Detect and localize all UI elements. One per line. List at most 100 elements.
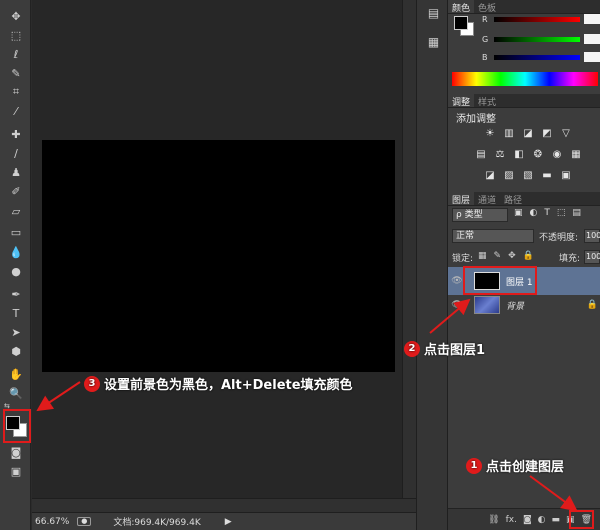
- tab-adjustments[interactable]: 调整: [448, 94, 475, 108]
- vertical-scrollbar[interactable]: [402, 0, 416, 512]
- step2-text: 点击图层1: [424, 343, 486, 358]
- move-tool-icon[interactable]: ✥: [6, 8, 26, 24]
- layer-filter-select[interactable]: ρ 类型: [452, 208, 508, 222]
- lock-all-icon[interactable]: 🔒: [523, 251, 534, 261]
- hand-tool-icon[interactable]: ✋: [6, 366, 26, 382]
- levels-icon[interactable]: ▥: [503, 128, 515, 140]
- quick-mask-icon[interactable]: ◙: [6, 444, 26, 460]
- filter-type-icon[interactable]: T: [544, 208, 550, 218]
- color-panel-tabs: 颜色 色板: [448, 0, 600, 14]
- stamp-tool-icon[interactable]: ♟: [6, 164, 26, 180]
- screen-mode-icon[interactable]: ▣: [6, 463, 26, 479]
- step2-badge: 2: [404, 340, 420, 357]
- marquee-tool-icon[interactable]: ⬚: [6, 27, 26, 43]
- lock-transparent-icon[interactable]: ▦: [478, 251, 487, 261]
- tab-channels[interactable]: 通道: [474, 192, 500, 206]
- slider-b[interactable]: B: [482, 52, 600, 62]
- eyedropper-tool-icon[interactable]: ⁄: [6, 103, 26, 119]
- color-lookup-icon[interactable]: ▦: [570, 149, 582, 161]
- zoom-level[interactable]: 66.67%: [35, 517, 69, 527]
- slider-r[interactable]: R: [482, 14, 600, 24]
- layers-panel-tabs: 图层 通道 路径: [448, 192, 600, 206]
- tab-swatches[interactable]: 色板: [474, 0, 500, 14]
- black-white-icon[interactable]: ◧: [513, 149, 525, 161]
- type-tool-icon[interactable]: T: [6, 305, 26, 321]
- tab-color[interactable]: 颜色: [448, 0, 475, 14]
- callout-step2: 2 点击图层1: [404, 339, 485, 358]
- slider-b-track[interactable]: [494, 54, 580, 60]
- blend-mode-select[interactable]: 正常: [452, 229, 534, 243]
- highlight-layer-1: [463, 266, 537, 295]
- horizontal-scrollbar[interactable]: [32, 498, 416, 512]
- shape-tool-icon[interactable]: ⬢: [6, 343, 26, 359]
- vibrance-icon[interactable]: ▽: [560, 128, 572, 140]
- dodge-tool-icon[interactable]: ●: [6, 263, 26, 279]
- fill-input[interactable]: 100: [584, 250, 600, 264]
- slider-r-value-box[interactable]: [584, 14, 600, 24]
- status-arrow-icon[interactable]: ▶: [225, 517, 232, 527]
- tab-paths[interactable]: 路径: [500, 192, 526, 206]
- hue-saturation-icon[interactable]: ▤: [475, 149, 487, 161]
- lock-move-icon[interactable]: ✥: [508, 251, 516, 261]
- slider-b-value-box[interactable]: [584, 52, 600, 62]
- blur-tool-icon[interactable]: 💧: [6, 244, 26, 260]
- adjustment-icon[interactable]: ◐: [538, 515, 546, 525]
- layer-row-background[interactable]: 👁 背景 🔒: [448, 291, 600, 319]
- lock-brush-icon[interactable]: ✎: [494, 251, 502, 261]
- brush-tool-icon[interactable]: ∕: [6, 145, 26, 161]
- history-panel-icon[interactable]: ▤: [425, 4, 442, 21]
- fx-icon[interactable]: fx.: [506, 515, 517, 525]
- slider-g[interactable]: G: [482, 34, 600, 44]
- pen-tool-icon[interactable]: ✒: [6, 286, 26, 302]
- path-select-tool-icon[interactable]: ➤: [6, 324, 26, 340]
- color-balance-icon[interactable]: ⚖: [494, 149, 506, 161]
- link-icon[interactable]: ⛓: [488, 515, 499, 525]
- history-brush-tool-icon[interactable]: ✐: [6, 183, 26, 199]
- quick-select-tool-icon[interactable]: ✎: [6, 65, 26, 81]
- brightness-icon[interactable]: ☀: [484, 128, 496, 140]
- selective-color-icon[interactable]: ▣: [560, 170, 572, 182]
- curves-icon[interactable]: ◪: [522, 128, 534, 140]
- slider-g-track[interactable]: [494, 36, 580, 42]
- exposure-icon[interactable]: ◩: [541, 128, 553, 140]
- status-toggle-icon[interactable]: ●: [77, 517, 92, 526]
- lasso-tool-icon[interactable]: ℓ: [6, 46, 26, 62]
- eraser-tool-icon[interactable]: ▱: [6, 203, 26, 219]
- callout-step3: 3 设置前景色为黑色，Alt+Delete填充颜色: [84, 374, 353, 393]
- mask-icon[interactable]: ◙: [523, 515, 532, 525]
- highlight-new-layer: [569, 510, 594, 529]
- gradient-tool-icon[interactable]: ▭: [6, 224, 26, 240]
- color-fg-swatch[interactable]: [454, 16, 468, 30]
- layer-name[interactable]: 背景: [506, 299, 524, 312]
- filter-smart-icon[interactable]: ▤: [572, 208, 581, 218]
- invert-icon[interactable]: ◪: [484, 170, 496, 182]
- filter-adjust-icon[interactable]: ◐: [530, 208, 538, 218]
- canvas[interactable]: [42, 140, 395, 372]
- layer-thumbnail[interactable]: [474, 296, 500, 314]
- channel-mixer-icon[interactable]: ◉: [551, 149, 563, 161]
- photo-filter-icon[interactable]: ❂: [532, 149, 544, 161]
- crop-tool-icon[interactable]: ⌗: [6, 84, 26, 100]
- slider-g-value-box[interactable]: [584, 34, 600, 44]
- foreground-color-swatch[interactable]: [6, 416, 20, 430]
- zoom-tool-icon[interactable]: 🔍: [6, 385, 26, 401]
- filter-shape-icon[interactable]: ⬚: [557, 208, 566, 218]
- tools-panel: ✥ ⬚ ℓ ✎ ⌗ ⁄ ✚ ∕ ♟ ✐ ▱ ▭ 💧 ● ✒ T ➤ ⬢ ✋ 🔍 …: [0, 0, 31, 530]
- fill-label: 填充:: [559, 254, 581, 264]
- callout-step1: 1 点击创建图层: [466, 456, 564, 475]
- filter-pixel-icon[interactable]: ▣: [514, 208, 523, 218]
- properties-panel-icon[interactable]: ▦: [425, 33, 442, 50]
- healing-tool-icon[interactable]: ✚: [6, 126, 26, 142]
- step3-text: 设置前景色为黑色，Alt+Delete填充颜色: [104, 378, 353, 393]
- threshold-icon[interactable]: ▧: [522, 170, 534, 182]
- posterize-icon[interactable]: ▨: [503, 170, 515, 182]
- step1-badge: 1: [466, 457, 482, 474]
- folder-icon[interactable]: ▬: [552, 515, 561, 525]
- gradient-map-icon[interactable]: ▬: [541, 170, 553, 182]
- tab-layers[interactable]: 图层: [448, 192, 475, 206]
- color-spectrum[interactable]: [452, 72, 598, 86]
- visibility-eye-icon[interactable]: 👁: [448, 300, 466, 310]
- slider-r-track[interactable]: [494, 16, 580, 22]
- tab-styles[interactable]: 样式: [474, 94, 500, 108]
- opacity-input[interactable]: 100: [584, 229, 600, 243]
